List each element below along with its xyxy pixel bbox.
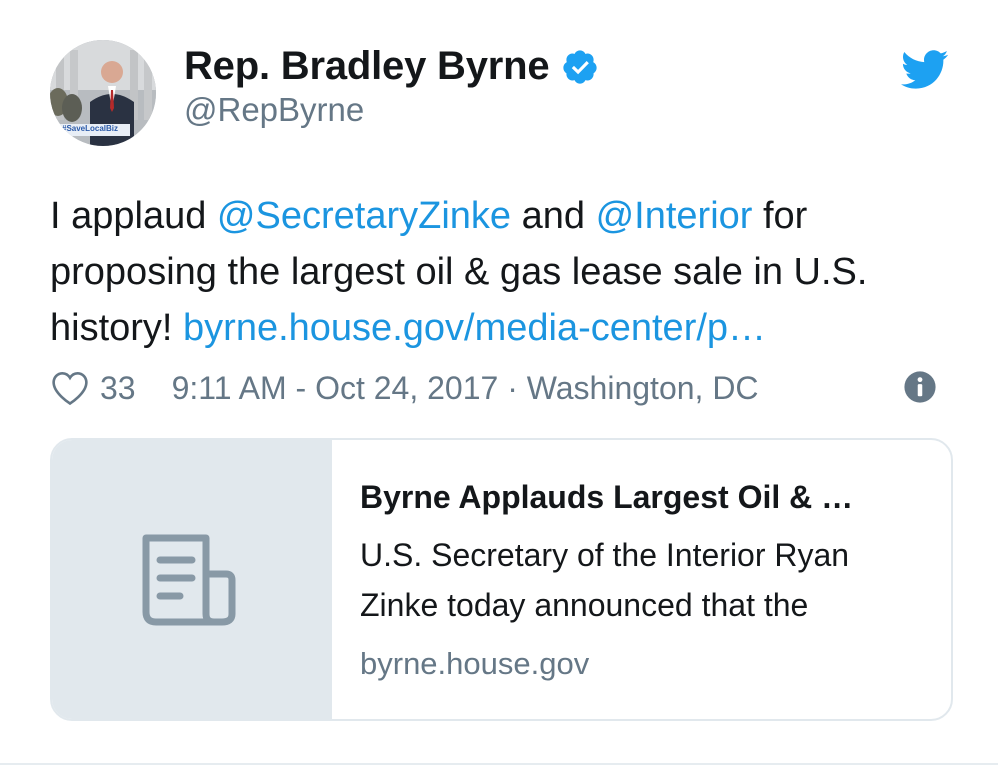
heart-icon[interactable] [50,370,90,406]
card-title[interactable]: Byrne Applauds Largest Oil & … [360,476,925,518]
tweet-meta: 33 9:11 AM - Oct 24, 2017 · Washington, … [50,366,940,410]
bottom-divider [0,763,998,765]
mention-secretaryzinke[interactable]: @SecretaryZinke [217,195,511,237]
author-handle[interactable]: @RepByrne [184,91,364,129]
avatar-banner-text: #SaveLocalBiz [62,124,119,133]
tweet-timestamp[interactable]: 9:11 AM - Oct 24, 2017 [172,370,499,407]
author-avatar[interactable]: #SaveLocalBiz [50,40,156,146]
document-icon [142,534,236,626]
card-domain: byrne.house.gov [360,646,590,681]
tweet-text-segment: I applaud [50,195,217,237]
meta-separator: · [498,369,527,406]
author-name-row[interactable]: Rep. Bradley Byrne [184,44,599,89]
card-thumbnail [52,440,332,719]
link-preview-card[interactable]: Byrne Applauds Largest Oil & … U.S. Secr… [50,438,953,721]
card-description: U.S. Secretary of the Interior Ryan Zink… [360,537,850,623]
tweet-text-segment: and [511,195,596,237]
mention-interior[interactable]: @Interior [596,195,753,237]
like-count[interactable]: 33 [100,370,136,407]
card-body: Byrne Applauds Largest Oil & … U.S. Secr… [360,476,925,682]
tweet-location[interactable]: Washington, DC [527,370,759,407]
tweet-link[interactable]: byrne.house.gov/media-center/p… [183,307,766,349]
info-icon[interactable] [903,370,937,404]
twitter-bird-icon[interactable] [900,50,950,90]
tweet-text: I applaud @SecretaryZinke and @Interior … [50,188,950,356]
verified-badge-icon [561,48,599,86]
author-display-name[interactable]: Rep. Bradley Byrne [184,44,550,89]
